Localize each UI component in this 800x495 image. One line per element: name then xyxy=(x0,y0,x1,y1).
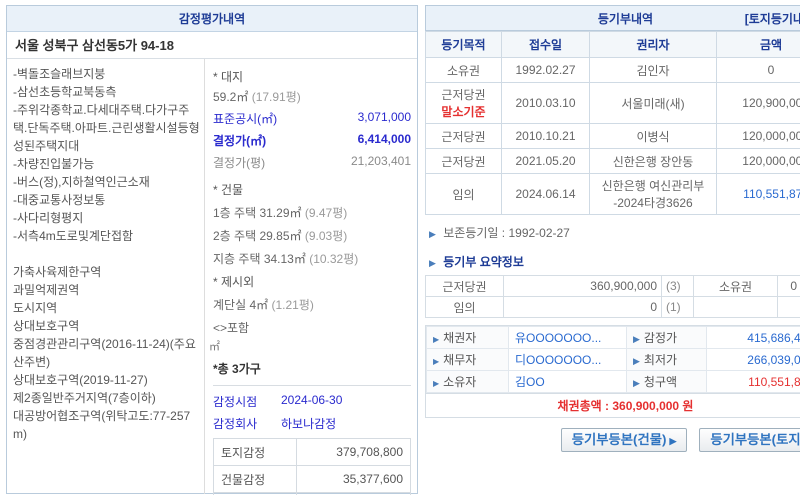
extra-row: 계단실 4㎡ (1.21평) xyxy=(213,296,411,313)
registry-panel: 등기부내역 [토지등기내역] 등기목적 접수일 권리자 금액 소유권 1992.… xyxy=(425,5,800,452)
bullet-arrow-icon: ▶ xyxy=(633,356,640,366)
zone-item: 과밀억제권역 xyxy=(13,281,200,299)
feature-item: -서측4m도로및계단접함 xyxy=(13,227,200,245)
building-floor-row: 2층 주택 29.85㎡ (9.03평) xyxy=(213,227,411,244)
registry-panel-title: 등기부내역 xyxy=(598,12,653,26)
appraisal-panel: 감정평가내역 서울 성북구 삼선동5가 94-18 -벽돌조슬래브지붕 -삼선초… xyxy=(6,5,418,494)
feature-item: -주위각종학교.다세대주택.다가구주택.단독주택.아파트.근린생활시설등형성된주… xyxy=(13,101,200,155)
extra-section-title: * 제시외 xyxy=(213,273,411,290)
land-section-title: * 대지 xyxy=(213,68,411,85)
table-row: 임의 0 (1) xyxy=(426,297,800,318)
building-section-title: * 건물 xyxy=(213,181,411,198)
appraisal-detail-column: * 대지 59.2㎡ (17.91평) 표준공시(㎡) 3,071,000 결정… xyxy=(205,59,417,494)
land-area: 59.2㎡ (17.91평) xyxy=(213,88,411,105)
feature-item: -차량진입불가능 xyxy=(13,155,200,173)
table-row: ▶소유자 김OO ▶청구액 110,551,876 xyxy=(427,371,800,393)
table-row: 임의 2024.06.14 신한은행 여신관리부 -2024타경3626 110… xyxy=(426,174,800,215)
appraisal-panel-title: 감정평가내역 xyxy=(7,6,417,32)
decided-price-sqm-row: 결정가(㎡) 6,414,000 xyxy=(213,132,411,149)
land-registry-link[interactable]: [토지등기내역] xyxy=(745,6,800,32)
registry-summary-table: 근저당권 360,900,000 (3) 소유권 0 임의 0 (1) xyxy=(425,275,800,318)
zone-item: 중점경관관리구역(2016-11-24)(주요산주변) xyxy=(13,335,200,371)
table-row: 토지감정 379,708,800 xyxy=(214,439,411,466)
zone-item: 상대보호구역(2019-11-27) xyxy=(13,371,200,389)
standard-price-value: 3,071,000 xyxy=(358,110,411,127)
bullet-arrow-icon: ▶ xyxy=(429,229,436,239)
decided-price-py-row: 결정가(평) 21,203,401 xyxy=(213,154,411,171)
appraisal-company: 하보나감정 xyxy=(281,415,336,432)
table-row: 근저당권 말소기준 2010.03.10 서울미래(새) 120,900,000 xyxy=(426,83,800,124)
feature-item: -대중교통사정보통 xyxy=(13,191,200,209)
appraisal-totals-table: 토지감정 379,708,800 건물감정 35,377,600 제시외 600… xyxy=(213,438,411,495)
registry-summary-title: ▶ 등기부 요약정보 xyxy=(429,253,800,270)
decided-price-py-value: 21,203,401 xyxy=(351,154,411,171)
zone-item: 대공방어협조구역(위탁고도:77-257m) xyxy=(13,407,200,443)
standard-price-row: 표준공시(㎡) 3,071,000 xyxy=(213,110,411,127)
minimum-price: 266,039,000 xyxy=(707,349,800,371)
property-features-list: -벽돌조슬래브지붕 -삼선초등학교북동측 -주위각종학교.다세대주택.다가구주택… xyxy=(7,59,205,494)
bullet-arrow-icon: ▶ xyxy=(669,436,676,446)
table-row: 건물감정 35,377,600 xyxy=(214,466,411,493)
building-floor-row: 지층 주택 34.13㎡ (10.32평) xyxy=(213,250,411,267)
parties-summary-box: ▶채권자 유OOOOOOO... ▶감정가 415,686,400 ▶채무자 디… xyxy=(425,325,800,418)
include-note: <>포함 xyxy=(213,319,411,336)
building-registry-copy-button[interactable]: 등기부등본(건물)▶ xyxy=(561,428,688,452)
total-claim-amount: 채권총액 : 360,900,000 원 xyxy=(426,393,800,417)
owner-name: 김OO xyxy=(509,371,627,393)
table-row: 소유권 1992.02.27 김인자 0 xyxy=(426,58,800,83)
zoning-list: 가축사육제한구역 과밀억제권역 도시지역 상대보호구역 중점경관관리구역(201… xyxy=(13,263,200,443)
debtor-name: 디OOOOOOO... xyxy=(509,349,627,371)
zone-item: 도시지역 xyxy=(13,299,200,317)
preservation-date-note: ▶ 보존등기일 : 1992-02-27 xyxy=(429,224,800,241)
appraisal-company-row: 감정회사 하보나감정 xyxy=(213,415,411,432)
zone-item: 상대보호구역 xyxy=(13,317,200,335)
appraisal-date-row: 감정시점 2024-06-30 xyxy=(213,393,411,410)
parties-summary-table: ▶채권자 유OOOOOOO... ▶감정가 415,686,400 ▶채무자 디… xyxy=(426,326,800,393)
claim-amount: 110,551,876 xyxy=(707,371,800,393)
bullet-arrow-icon: ▶ xyxy=(429,258,436,268)
feature-item: -벽돌조슬래브지붕 xyxy=(13,65,200,83)
creditor-name: 유OOOOOOO... xyxy=(509,327,627,349)
table-row: ▶채무자 디OOOOOOO... ▶최저가 266,039,000 xyxy=(427,349,800,371)
registry-panel-header: 등기부내역 [토지등기내역] xyxy=(425,5,800,31)
table-row: 근저당권 2021.05.20 신한은행 장안동 120,000,000 xyxy=(426,149,800,174)
feature-item: -삼선초등학교북동측 xyxy=(13,83,200,101)
registry-table: 등기목적 접수일 권리자 금액 소유권 1992.02.27 김인자 0 근저당… xyxy=(425,31,800,215)
case-number: -2024타경3626 xyxy=(592,194,714,211)
bullet-arrow-icon: ▶ xyxy=(633,334,640,344)
decided-price-sqm-value: 6,414,000 xyxy=(358,132,411,149)
appraisal-date: 2024-06-30 xyxy=(281,393,342,410)
table-row: 근저당권 2010.10.21 이병식 120,000,000 xyxy=(426,124,800,149)
registry-buttons: 등기부등본(건물)▶ 등기부등본(토지)▶ xyxy=(425,428,800,452)
appraisal-amount: 415,686,400 xyxy=(707,327,800,349)
land-area-pyeong: (17.91평) xyxy=(252,90,301,104)
bullet-arrow-icon: ▶ xyxy=(433,335,439,344)
land-registry-copy-button[interactable]: 등기부등본(토지)▶ xyxy=(699,428,800,452)
bullet-arrow-icon: ▶ xyxy=(433,379,439,388)
feature-item: -사다리형평지 xyxy=(13,209,200,227)
table-row: ▶채권자 유OOOOOOO... ▶감정가 415,686,400 xyxy=(427,327,800,349)
bullet-arrow-icon: ▶ xyxy=(433,357,439,366)
table-row: 근저당권 360,900,000 (3) 소유권 0 xyxy=(426,276,800,297)
unit-note: ㎡ xyxy=(209,338,411,354)
property-address: 서울 성북구 삼선동5가 94-18 xyxy=(7,32,417,59)
total-households: *총 3가구 xyxy=(213,360,411,377)
feature-item: -버스(정),지하철역인근소재 xyxy=(13,173,200,191)
divider xyxy=(213,385,411,386)
bullet-arrow-icon: ▶ xyxy=(633,378,640,388)
cancellation-base-badge: 말소기준 xyxy=(428,103,499,120)
zone-item: 제2종일반주거지역(7층이하) xyxy=(13,389,200,407)
table-header-row: 등기목적 접수일 권리자 금액 xyxy=(426,32,800,58)
zone-item: 가축사육제한구역 xyxy=(13,263,200,281)
building-floor-row: 1층 주택 31.29㎡ (9.47평) xyxy=(213,204,411,221)
